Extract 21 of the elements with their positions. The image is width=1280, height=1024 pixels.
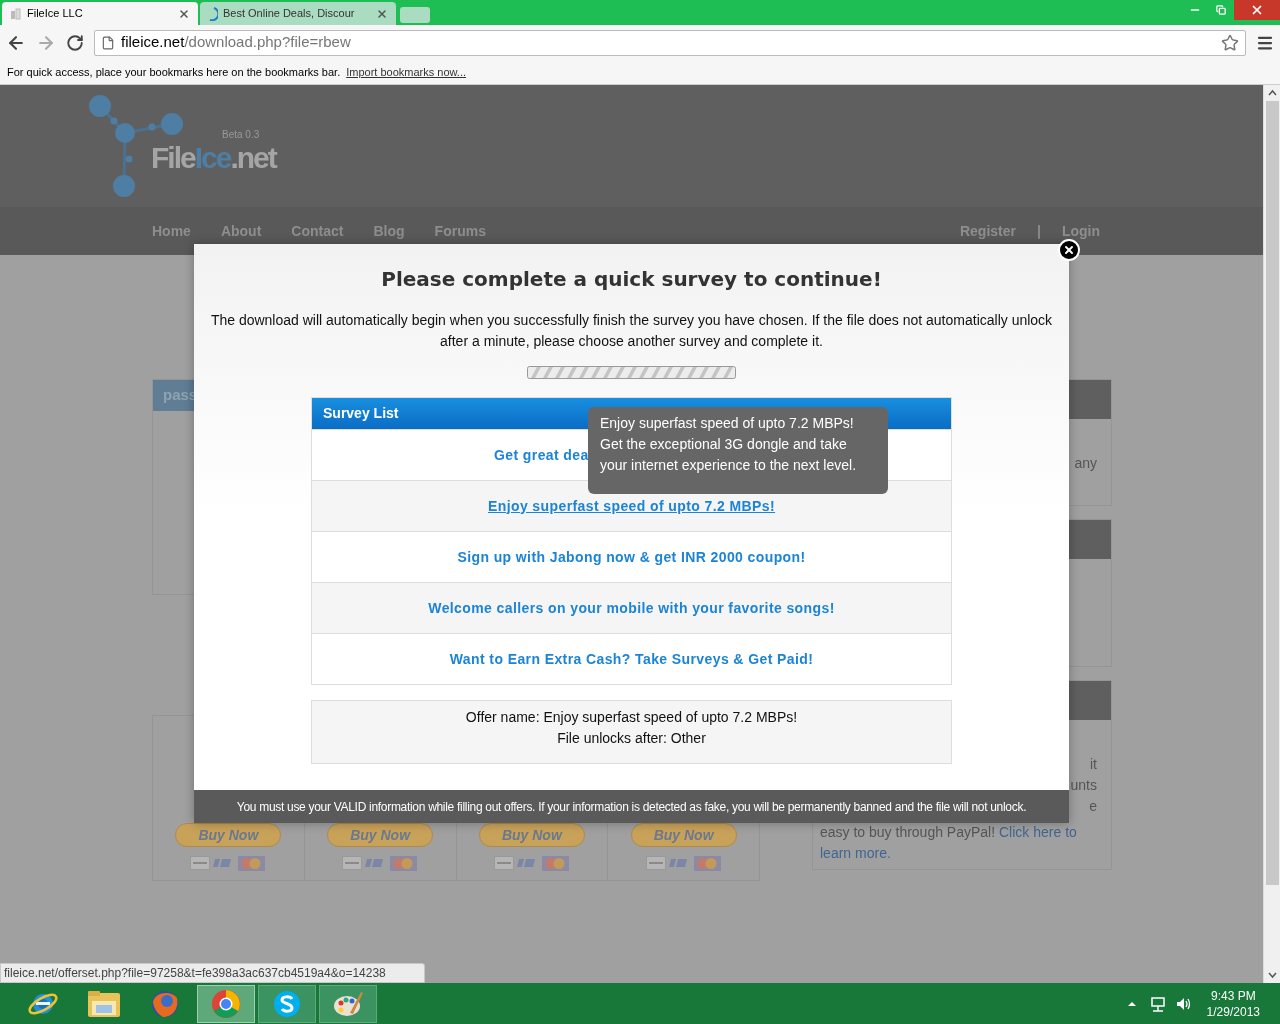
version-label: Beta 0.3	[222, 129, 260, 141]
tab-title: Best Online Deals, Discour	[223, 6, 356, 22]
panel-text: any	[1074, 454, 1097, 473]
panel-text: unts	[1070, 776, 1097, 795]
panel-paragraph: easy to buy through PayPal! Click here to learn more.	[819, 823, 1078, 863]
url-text: fileice.net/download.php?file=rbew	[121, 32, 352, 53]
clock-time: 9:43 PM	[1210, 987, 1256, 1004]
offer-tooltip: Enjoy superfast speed of upto 7.2 MBPs! Get the exceptional 3G dongle and take your internet experience to the next level.	[588, 407, 888, 494]
clock-date: 1/29/2013	[1206, 1003, 1260, 1020]
warning-bar: You must use your VALID information while filling out offers. If your information is detected as fake, you will be permanently banned and the file will not unlock.	[194, 790, 1069, 823]
site-logo-text: FileIce.net	[151, 142, 276, 174]
panel-text: e	[1089, 797, 1097, 816]
dialog-title: Please complete a quick survey to continue!	[381, 266, 882, 293]
bookmarks-message: For quick access, place your bookmarks here on the bookmarks bar.	[7, 64, 341, 80]
dialog-description: The download will automatically begin when you successfully finish the survey you have chosen. If the file does not automatically unlock after a minute, please choose another survey and complete it.	[209, 311, 1054, 351]
panel-text: it	[1090, 755, 1097, 774]
tab-title: FileIce LLC	[27, 6, 84, 22]
offer-unlock-condition: File unlocks after: Other	[557, 729, 706, 748]
nav-separator: |	[1036, 221, 1041, 241]
offer-name: Offer name: Enjoy superfast speed of upto 7.2 MBPs!	[465, 708, 798, 727]
status-bubble: fileice.net/offerset.php?file=97258&t=fe398a3ac637cb4519a4&o=14238	[0, 963, 425, 983]
